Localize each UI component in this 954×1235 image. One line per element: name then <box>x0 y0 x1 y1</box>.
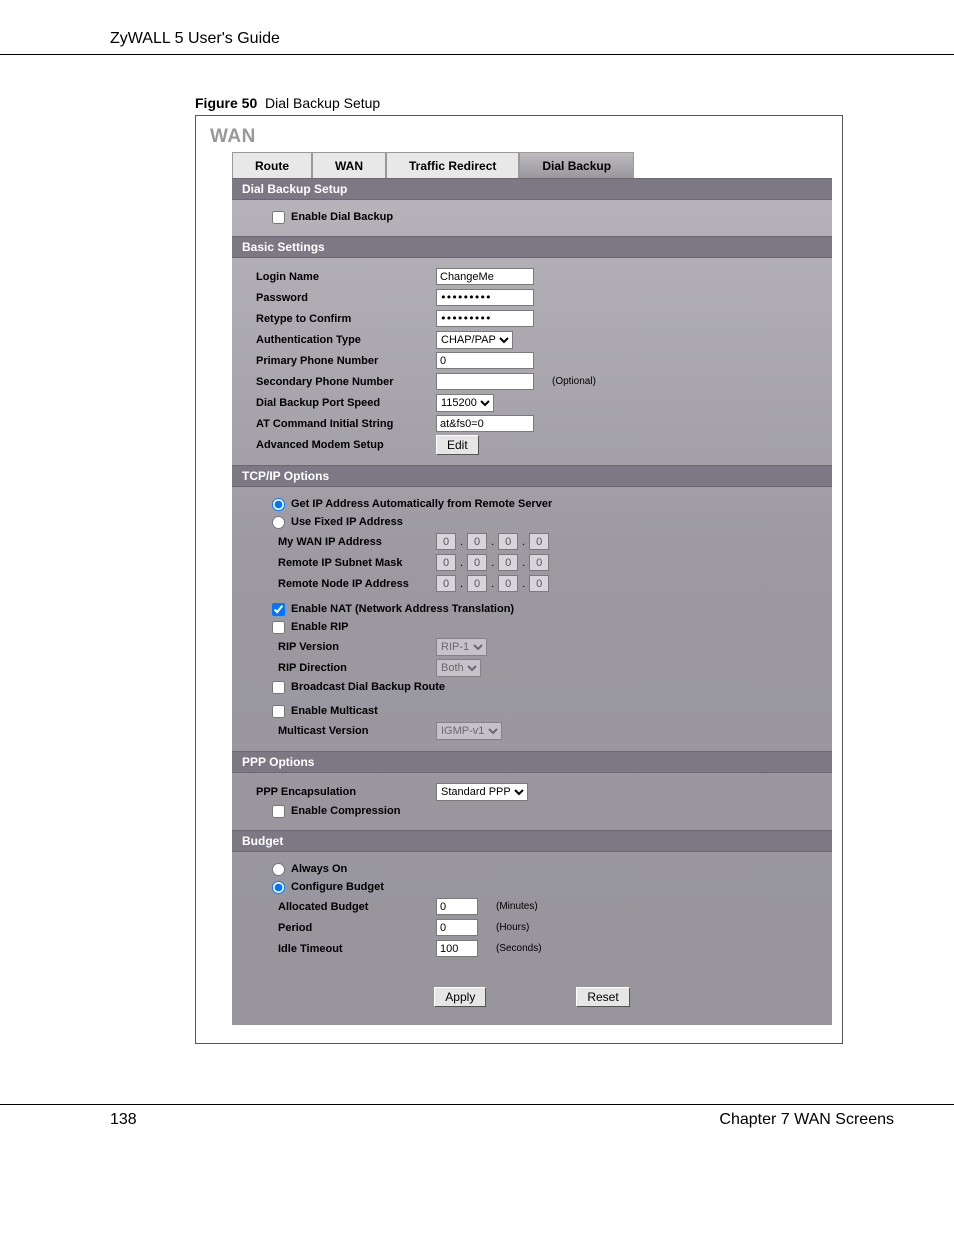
password-label: Password <box>256 292 436 304</box>
primary-phone-input[interactable] <box>436 352 534 369</box>
login-name-label: Login Name <box>256 271 436 283</box>
primary-phone-label: Primary Phone Number <box>256 355 436 367</box>
tab-traffic-redirect[interactable]: Traffic Redirect <box>386 152 519 178</box>
auth-type-label: Authentication Type <box>256 334 436 346</box>
multicast-version-label: Multicast Version <box>256 725 436 737</box>
tab-route[interactable]: Route <box>232 152 312 178</box>
ppp-encap-label: PPP Encapsulation <box>256 786 436 798</box>
remote-subnet-2[interactable] <box>467 554 487 571</box>
always-on-label: Always On <box>291 863 347 875</box>
multicast-version-select[interactable]: IGMP-v1 <box>436 722 502 740</box>
idle-timeout-label: Idle Timeout <box>256 943 436 955</box>
configure-budget-radio[interactable] <box>272 881 285 894</box>
secondary-phone-suffix: (Optional) <box>552 376 596 387</box>
allocated-budget-label: Allocated Budget <box>256 901 436 913</box>
apply-button[interactable]: Apply <box>434 987 486 1007</box>
tab-wan[interactable]: WAN <box>312 152 386 178</box>
section-ppp: PPP Options <box>232 751 832 773</box>
enable-dial-backup-label: Enable Dial Backup <box>291 211 393 223</box>
doc-header: ZyWALL 5 User's Guide <box>0 30 954 55</box>
figure-caption: Figure 50 Dial Backup Setup <box>0 95 954 111</box>
tab-dial-backup[interactable]: Dial Backup <box>519 152 634 178</box>
login-name-input[interactable] <box>436 268 534 285</box>
my-wan-ip-4[interactable] <box>529 533 549 550</box>
retype-input[interactable] <box>436 310 534 327</box>
enable-rip-label: Enable RIP <box>291 621 348 633</box>
at-cmd-input[interactable] <box>436 415 534 432</box>
broadcast-route-checkbox[interactable] <box>272 681 285 694</box>
enable-multicast-label: Enable Multicast <box>291 705 378 717</box>
rip-version-label: RIP Version <box>256 641 436 653</box>
period-input[interactable] <box>436 919 478 936</box>
remote-subnet-1[interactable] <box>436 554 456 571</box>
ppp-encap-select[interactable]: Standard PPP <box>436 783 528 801</box>
ip-auto-label: Get IP Address Automatically from Remote… <box>291 498 552 510</box>
enable-multicast-checkbox[interactable] <box>272 705 285 718</box>
doc-title: ZyWALL 5 User's Guide <box>110 30 280 47</box>
reset-button[interactable]: Reset <box>576 987 629 1007</box>
allocated-budget-input[interactable] <box>436 898 478 915</box>
section-budget: Budget <box>232 830 832 852</box>
auth-type-select[interactable]: CHAP/PAP <box>436 331 513 349</box>
my-wan-ip-3[interactable] <box>498 533 518 550</box>
rip-version-select[interactable]: RIP-1 <box>436 638 487 656</box>
my-wan-ip-group: . . . <box>436 533 549 550</box>
always-on-radio[interactable] <box>272 863 285 876</box>
enable-nat-checkbox[interactable] <box>272 603 285 616</box>
my-wan-ip-2[interactable] <box>467 533 487 550</box>
remote-subnet-group: . . . <box>436 554 549 571</box>
remote-node-2[interactable] <box>467 575 487 592</box>
port-speed-select[interactable]: 115200 <box>436 394 494 412</box>
port-speed-label: Dial Backup Port Speed <box>256 397 436 409</box>
remote-node-group: . . . <box>436 575 549 592</box>
password-input[interactable] <box>436 289 534 306</box>
chapter-label: Chapter 7 WAN Screens <box>719 1111 894 1129</box>
period-label: Period <box>256 922 436 934</box>
remote-node-3[interactable] <box>498 575 518 592</box>
enable-dial-backup-checkbox[interactable] <box>272 211 285 224</box>
enable-nat-label: Enable NAT (Network Address Translation) <box>291 603 514 615</box>
broadcast-route-label: Broadcast Dial Backup Route <box>291 681 445 693</box>
secondary-phone-input[interactable] <box>436 373 534 390</box>
rip-direction-label: RIP Direction <box>256 662 436 674</box>
idle-unit: (Seconds) <box>496 943 542 954</box>
section-dial-backup-setup: Dial Backup Setup <box>232 178 832 200</box>
period-unit: (Hours) <box>496 922 529 933</box>
enable-rip-checkbox[interactable] <box>272 621 285 634</box>
section-tcpip: TCP/IP Options <box>232 465 832 487</box>
rip-direction-select[interactable]: Both <box>436 659 481 677</box>
remote-subnet-3[interactable] <box>498 554 518 571</box>
figure-label: Figure 50 <box>195 95 257 111</box>
figure-text: Dial Backup Setup <box>265 95 380 111</box>
form-body: Dial Backup Setup Enable Dial Backup Bas… <box>232 178 832 1025</box>
edit-button[interactable]: Edit <box>436 435 479 455</box>
my-wan-ip-label: My WAN IP Address <box>256 536 436 548</box>
configure-budget-label: Configure Budget <box>291 881 384 893</box>
remote-subnet-4[interactable] <box>529 554 549 571</box>
allocated-unit: (Minutes) <box>496 901 538 912</box>
page-number: 138 <box>110 1111 137 1129</box>
remote-node-1[interactable] <box>436 575 456 592</box>
tab-bar: Route WAN Traffic Redirect Dial Backup <box>232 152 832 178</box>
ip-fixed-label: Use Fixed IP Address <box>291 516 403 528</box>
retype-label: Retype to Confirm <box>256 313 436 325</box>
section-basic-settings: Basic Settings <box>232 236 832 258</box>
enable-compression-checkbox[interactable] <box>272 805 285 818</box>
adv-modem-label: Advanced Modem Setup <box>256 439 436 451</box>
ip-fixed-radio[interactable] <box>272 516 285 529</box>
my-wan-ip-1[interactable] <box>436 533 456 550</box>
at-cmd-label: AT Command Initial String <box>256 418 436 430</box>
idle-timeout-input[interactable] <box>436 940 478 957</box>
screenshot-panel: WAN Route WAN Traffic Redirect Dial Back… <box>195 115 843 1044</box>
remote-node-label: Remote Node IP Address <box>256 578 436 590</box>
enable-compression-label: Enable Compression <box>291 805 400 817</box>
remote-node-4[interactable] <box>529 575 549 592</box>
secondary-phone-label: Secondary Phone Number <box>256 376 436 388</box>
page-title: WAN <box>196 124 842 152</box>
remote-subnet-label: Remote IP Subnet Mask <box>256 557 436 569</box>
page-footer: 138 Chapter 7 WAN Screens <box>0 1104 954 1129</box>
ip-auto-radio[interactable] <box>272 498 285 511</box>
